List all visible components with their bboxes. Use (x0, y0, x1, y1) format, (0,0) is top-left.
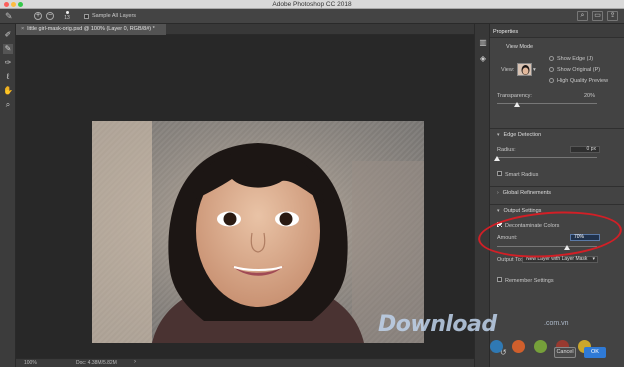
refine-edge-brush-icon[interactable]: ✎ (3, 44, 13, 54)
radius-field[interactable]: 0 px (570, 146, 600, 153)
transparency-label: Transparency: (497, 93, 532, 99)
document-size: Doc: 4.38M/5.82M (76, 360, 117, 366)
radius-label: Radius: (497, 147, 516, 153)
view-mode-thumbnail[interactable] (517, 63, 532, 76)
layers-icon[interactable]: ◈ (478, 54, 488, 64)
watermark-suffix: .com.vn (544, 320, 569, 327)
close-tab-icon[interactable]: × (21, 26, 24, 32)
show-edge-option[interactable]: Show Edge (J) (549, 56, 593, 62)
brush-tool-icon[interactable]: ✑ (3, 58, 13, 68)
zoom-tool-icon[interactable]: ⌕ (3, 100, 13, 110)
zoom-level[interactable]: 100% (24, 360, 37, 366)
view-mode-title: View Mode (506, 44, 534, 50)
document-tab[interactable]: × little girl-mask-orig.psd @ 100% (Layer… (16, 24, 166, 35)
brush-size-picker[interactable]: 13 (61, 11, 73, 21)
view-mode-dropdown-icon[interactable]: ▾ (533, 67, 536, 73)
transparency-slider-track[interactable] (497, 103, 597, 104)
status-menu-icon[interactable]: › (134, 359, 136, 365)
lasso-tool-icon[interactable]: ℓ (3, 72, 13, 82)
quick-selection-tool-icon[interactable]: ✐ (3, 30, 13, 40)
workspace-icon[interactable]: ▭ (592, 11, 603, 21)
high-quality-preview-radio[interactable] (549, 78, 554, 84)
global-refinements-header[interactable]: › Global Refinements (497, 190, 551, 196)
window-titlebar: Adobe Photoshop CC 2018 (0, 0, 624, 9)
sample-all-layers-label: Sample All Layers (92, 13, 137, 19)
divider (490, 186, 624, 187)
caret-down-icon: ▾ (497, 208, 500, 214)
refine-brush-tool-icon[interactable]: ✎ (5, 11, 17, 22)
search-icon[interactable]: ⌕ (577, 11, 588, 21)
show-original-radio[interactable] (549, 67, 554, 73)
radius-slider-track[interactable] (497, 157, 597, 158)
histogram-icon[interactable]: ▥ (478, 38, 488, 48)
high-quality-preview-option[interactable]: High Quality Preview (549, 78, 608, 84)
cancel-button[interactable]: Cancel (554, 347, 576, 358)
watermark-logo: Download (378, 312, 497, 337)
sample-all-layers-checkbox[interactable] (84, 13, 89, 19)
divider (490, 204, 624, 205)
sample-all-layers-option[interactable]: Sample All Layers (84, 13, 136, 19)
hand-tool-icon[interactable]: ✋ (3, 86, 13, 96)
properties-panel: Properties View Mode View: ▾ Show Edge (… (490, 24, 624, 367)
watermark-dot (534, 340, 547, 353)
document-tab-bar: × little girl-mask-orig.psd @ 100% (Layer… (16, 24, 474, 35)
radius-slider-thumb[interactable] (494, 156, 500, 161)
properties-tab-bar: Properties (490, 24, 624, 38)
ok-button[interactable]: OK (584, 347, 606, 358)
remember-settings-option[interactable]: Remember Settings (497, 277, 554, 284)
brush-size-value: 13 (64, 15, 70, 21)
thumbnail-image (518, 64, 531, 75)
photo-girl-portrait[interactable] (92, 121, 424, 343)
photo-illustration (92, 121, 424, 343)
show-edge-radio[interactable] (549, 56, 554, 62)
remember-settings-checkbox[interactable] (497, 277, 502, 282)
options-bar: ✎ + − 13 Sample All Layers ⌕ ▭ ⇪ (0, 9, 624, 24)
caret-right-icon: › (497, 190, 499, 196)
chevron-down-icon: ▾ (592, 256, 595, 262)
document-tab-label: little girl-mask-orig.psd @ 100% (Layer … (27, 26, 155, 32)
canvas-area[interactable] (16, 35, 474, 358)
divider (490, 128, 624, 129)
add-mode-icon[interactable]: + (34, 12, 42, 20)
reset-icon[interactable]: ↺ (500, 348, 507, 357)
transparency-slider-thumb[interactable] (514, 102, 520, 107)
options-right-buttons: ⌕ ▭ ⇪ (577, 11, 618, 21)
tools-panel: ✐ ✎ ✑ ℓ ✋ ⌕ (0, 24, 16, 367)
show-original-option[interactable]: Show Original (P) (549, 67, 600, 73)
brush-tip-icon (65, 11, 69, 14)
edge-detection-header[interactable]: ▾ Edge Detection (497, 132, 541, 138)
status-bar: 100% Doc: 4.38M/5.82M › (16, 358, 474, 367)
window-title: Adobe Photoshop CC 2018 (272, 1, 352, 8)
transparency-value[interactable]: 20% (584, 93, 595, 99)
smart-radius-option[interactable]: Smart Radius (497, 171, 538, 178)
properties-tab[interactable]: Properties (493, 29, 518, 35)
watermark-dot (512, 340, 525, 353)
subtract-mode-icon[interactable]: − (46, 12, 54, 20)
caret-down-icon: ▾ (497, 132, 500, 138)
share-icon[interactable]: ⇪ (607, 11, 618, 21)
smart-radius-checkbox[interactable] (497, 171, 502, 176)
view-label: View: (501, 67, 515, 73)
output-to-label: Output To: (497, 257, 523, 263)
